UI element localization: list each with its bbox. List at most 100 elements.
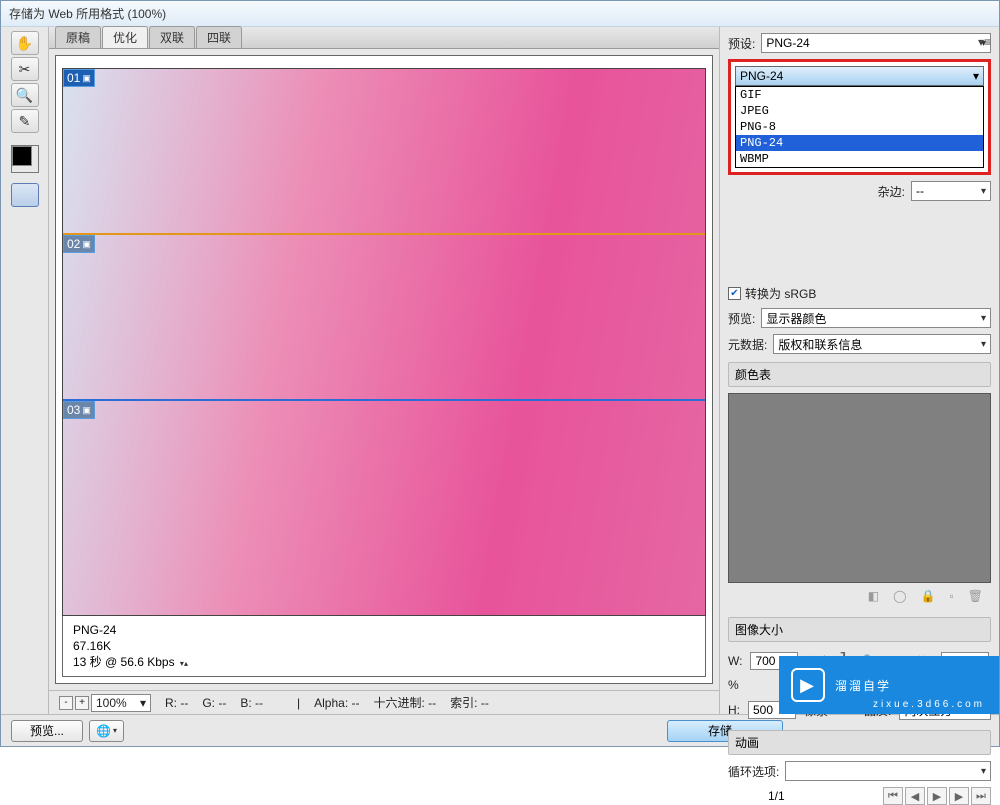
eyedropper-tool-icon[interactable]: ✎	[11, 109, 39, 133]
chevron-down-icon: ▾	[981, 339, 986, 350]
watermark-text: 溜溜自学	[835, 677, 891, 694]
format-select[interactable]: PNG-24 ▾	[735, 66, 984, 86]
watermark: ▶ 溜溜自学 zixue.3d66.com	[779, 656, 999, 714]
canvas-wrap: 01▣ 02▣ 03▣ PNG-24 67.16K	[49, 49, 719, 690]
srgb-row: ✔ 转换为 sRGB	[728, 285, 991, 302]
slice-line-1	[63, 233, 705, 235]
preview-label: 预览:	[728, 310, 755, 327]
slice-icon: ▣	[82, 405, 91, 416]
settings-panel: ▾≡ 预设: PNG-24 ▾ PNG-24 ▾ GIF JPEG PNG-8 …	[719, 27, 999, 714]
statusbar: - + 100% ▾ R: -- G: -- B: -- | Alpha: --…	[49, 690, 719, 714]
format-option-wbmp[interactable]: WBMP	[736, 151, 983, 167]
color-table-title: 颜色表	[728, 362, 991, 387]
metadata-select[interactable]: 版权和联系信息 ▾	[773, 334, 991, 354]
width-label: W:	[728, 654, 742, 668]
height-label: H:	[728, 703, 740, 717]
file-info: PNG-24 67.16K 13 秒 @ 56.6 Kbps ▾▴	[62, 616, 706, 677]
animation-pager: 1/1 ⏮ ◀ ▶ ▶ ⏭	[728, 787, 991, 805]
zoom-select[interactable]: 100% ▾	[91, 694, 151, 712]
convert-srgb-checkbox[interactable]: ✔	[728, 287, 741, 300]
preset-row: 预设: PNG-24 ▾	[728, 33, 991, 53]
center-column: 原稿 优化 双联 四联 01▣ 02▣	[49, 27, 719, 714]
chevron-down-icon: ▾	[973, 69, 979, 83]
loop-label: 循环选项:	[728, 763, 779, 780]
status-hex: 十六进制: --	[373, 694, 436, 711]
format-option-jpeg[interactable]: JPEG	[736, 103, 983, 119]
color-table	[728, 393, 991, 583]
preview-image[interactable]: 01▣ 02▣ 03▣	[62, 68, 706, 616]
zoom-in-button[interactable]: +	[75, 696, 89, 710]
tab-optimized[interactable]: 优化	[102, 26, 148, 48]
ct-icon-2[interactable]: ◯	[893, 589, 906, 603]
slice-icon: ▣	[82, 239, 91, 250]
panel-menu-icon[interactable]: ▾≡	[978, 35, 991, 49]
next-frame-button[interactable]: ▶	[949, 787, 969, 805]
slice-badge-1[interactable]: 01▣	[63, 69, 95, 87]
format-option-png8[interactable]: PNG-8	[736, 119, 983, 135]
trash-icon[interactable]: 🗑	[968, 589, 983, 603]
canvas-frame: 01▣ 02▣ 03▣ PNG-24 67.16K	[55, 55, 713, 684]
format-dropdown-list: GIF JPEG PNG-8 PNG-24 WBMP	[735, 86, 984, 168]
convert-srgb-label: 转换为 sRGB	[745, 285, 816, 302]
tab-2up[interactable]: 双联	[149, 26, 195, 48]
chevron-down-icon: ▾	[113, 726, 117, 735]
lock-icon[interactable]: 🔒	[921, 589, 936, 603]
format-dropdown-highlight: PNG-24 ▾ GIF JPEG PNG-8 PNG-24 WBMP	[728, 59, 991, 175]
zoom-tool-icon[interactable]: 🔍	[11, 83, 39, 107]
prev-frame-button[interactable]: ◀	[905, 787, 925, 805]
preview-button[interactable]: 预览...	[11, 720, 83, 742]
percent-unit: %	[728, 678, 739, 692]
preset-label: 预设:	[728, 35, 755, 52]
zoom-control: - + 100% ▾	[59, 694, 151, 712]
status-index: 索引: --	[450, 694, 489, 711]
preview-tabs: 原稿 优化 双联 四联	[49, 27, 719, 49]
toggle-slice-visibility-icon[interactable]	[11, 183, 39, 207]
window-title: 存储为 Web 所用格式 (100%)	[9, 5, 166, 22]
matte-row: 杂边: -- ▾	[728, 181, 991, 201]
chevron-down-icon: ▾	[981, 186, 986, 197]
browser-preview-button[interactable]: 🌐 ▾	[89, 720, 124, 742]
info-speed: 13 秒 @ 56.6 Kbps	[73, 655, 175, 669]
titlebar: 存储为 Web 所用格式 (100%)	[1, 1, 999, 27]
slice-badge-2[interactable]: 02▣	[63, 235, 95, 253]
status-b: B: --	[240, 696, 263, 710]
slice-badge-3[interactable]: 03▣	[63, 401, 95, 419]
last-frame-button[interactable]: ⏭	[971, 787, 991, 805]
preview-select[interactable]: 显示器颜色 ▾	[761, 308, 991, 328]
body: ✋ ✂ 🔍 ✎ 原稿 优化 双联 四联 01▣	[1, 27, 999, 714]
slice-line-2	[63, 399, 705, 401]
hand-tool-icon[interactable]: ✋	[11, 31, 39, 55]
info-format: PNG-24	[73, 622, 695, 638]
color-table-icons: ◧ ◯ 🔒 ▫ 🗑	[728, 583, 991, 609]
zoom-out-button[interactable]: -	[59, 696, 73, 710]
chevron-down-icon: ▾	[140, 696, 146, 710]
new-color-icon[interactable]: ▫	[950, 589, 954, 603]
preset-select[interactable]: PNG-24 ▾	[761, 33, 991, 53]
info-size: 67.16K	[73, 638, 695, 654]
status-alpha: Alpha: --	[314, 696, 359, 710]
tab-4up[interactable]: 四联	[196, 26, 242, 48]
speed-menu-icon[interactable]: ▾▴	[180, 659, 188, 668]
matte-label: 杂边:	[878, 183, 905, 200]
play-icon: ▶	[791, 668, 825, 702]
save-for-web-dialog: 存储为 Web 所用格式 (100%) ✋ ✂ 🔍 ✎ 原稿 优化 双联 四联	[0, 0, 1000, 747]
globe-icon: 🌐	[96, 724, 111, 738]
watermark-sub: zixue.3d66.com	[873, 699, 985, 710]
animation-title: 动画	[728, 730, 991, 755]
loop-select[interactable]: ▾	[785, 761, 991, 781]
slice-icon: ▣	[82, 73, 91, 84]
format-option-png24[interactable]: PNG-24	[736, 135, 983, 151]
tool-column: ✋ ✂ 🔍 ✎	[1, 27, 49, 714]
matte-select[interactable]: -- ▾	[911, 181, 991, 201]
play-button[interactable]: ▶	[927, 787, 947, 805]
tab-original[interactable]: 原稿	[55, 26, 101, 48]
slice-select-tool-icon[interactable]: ✂	[11, 57, 39, 81]
image-size-title: 图像大小	[728, 617, 991, 642]
status-r: R: --	[165, 696, 188, 710]
status-g: G: --	[202, 696, 226, 710]
format-option-gif[interactable]: GIF	[736, 87, 983, 103]
metadata-label: 元数据:	[728, 336, 767, 353]
color-swatch[interactable]	[11, 145, 39, 173]
ct-icon-1[interactable]: ◧	[868, 589, 879, 603]
first-frame-button[interactable]: ⏮	[883, 787, 903, 805]
